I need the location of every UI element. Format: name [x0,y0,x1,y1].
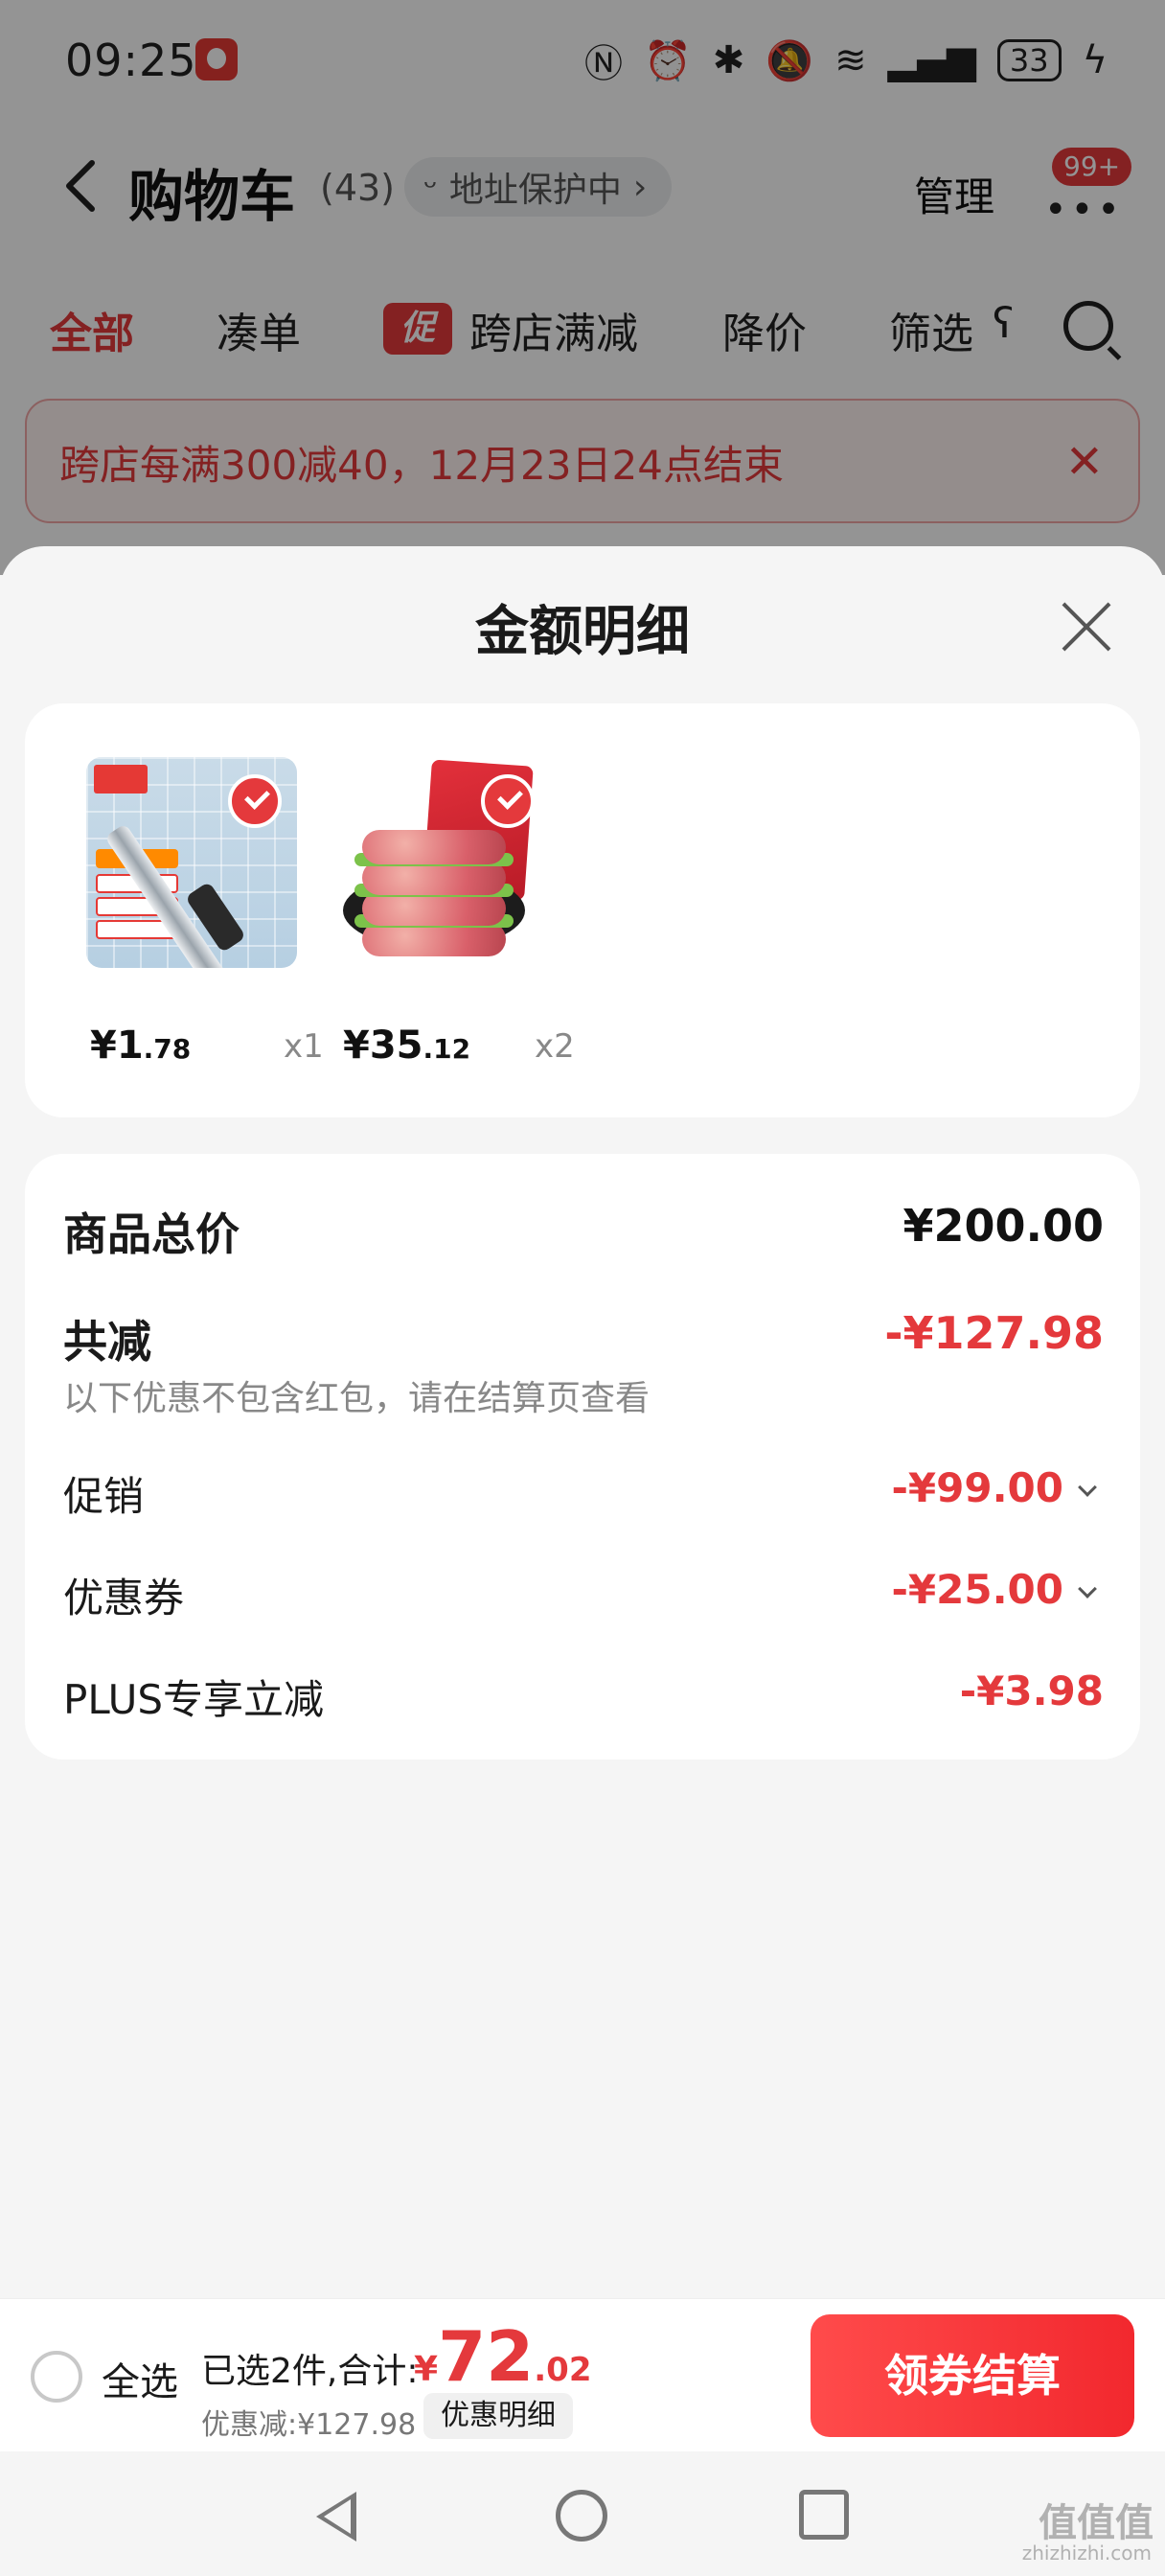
sheet-title: 金额明细 [475,601,690,663]
modal-overlay[interactable] [0,0,1165,575]
utility-knife-image [86,757,297,968]
saved-amount-text: 优惠减:¥127.98 [201,2408,417,2442]
close-icon[interactable] [1058,598,1115,656]
watermark-url: zhizhizhi.com [1021,2542,1152,2564]
amount-detail-sheet: 金额明细 ¥1.78 x1 ¥35.12 x2 商品总价 ¥200.00 共减 … [0,546,1165,2300]
checkout-bar: 全选 已选2件,合计: ¥72.02 优惠减:¥127.98 优惠明细 领券结算 [0,2298,1165,2451]
selected-check-icon [228,774,282,828]
selected-check-icon [481,774,535,828]
discount-note: 以下优惠不包含红包，请在结算页查看 [63,1379,651,1418]
select-all-label[interactable]: 全选 [102,2351,178,2406]
promotion-label: 促销 [63,1473,145,1520]
goods-price: ¥35.12 [343,1024,471,1068]
checkout-total: ¥72.02 [414,2316,592,2397]
nav-recents-icon[interactable] [799,2490,849,2540]
beef-patty-image [339,757,550,968]
total-price-value: ¥200.00 [902,1200,1104,1252]
select-all-radio[interactable] [31,2351,82,2403]
selected-goods-card: ¥1.78 x1 ¥35.12 x2 [25,703,1140,1117]
promotion-row[interactable]: -¥99.00 [891,1464,1097,1511]
plus-discount-value: -¥3.98 [959,1668,1104,1714]
discount-detail-button[interactable]: 优惠明细 [423,2393,573,2439]
total-price-label: 商品总价 [63,1208,240,1260]
goods-item[interactable]: ¥35.12 x2 [339,757,575,1092]
chevron-down-icon [1078,1579,1097,1598]
nav-home-icon[interactable] [556,2490,607,2542]
goods-quantity: x1 [284,1027,324,1066]
goods-price: ¥1.78 [90,1024,192,1068]
plus-discount-label: PLUS专享立减 [63,1676,325,1723]
chevron-down-icon [1078,1478,1097,1497]
goods-quantity: x2 [535,1027,575,1066]
goods-item[interactable]: ¥1.78 x1 [86,757,324,1092]
selected-count-text: 已选2件,合计: [201,2352,419,2391]
total-discount-value: -¥127.98 [884,1307,1104,1359]
price-summary-card: 商品总价 ¥200.00 共减 -¥127.98 以下优惠不包含红包，请在结算页… [25,1154,1140,1760]
coupon-label: 优惠券 [63,1575,185,1622]
system-nav-bar [0,2451,1165,2576]
nav-back-icon[interactable] [316,2492,356,2542]
checkout-button[interactable]: 领券结算 [811,2314,1134,2437]
watermark-logo: 值值值 [1039,2501,1154,2545]
total-discount-label: 共减 [63,1316,151,1368]
coupon-row[interactable]: -¥25.00 [891,1566,1097,1613]
